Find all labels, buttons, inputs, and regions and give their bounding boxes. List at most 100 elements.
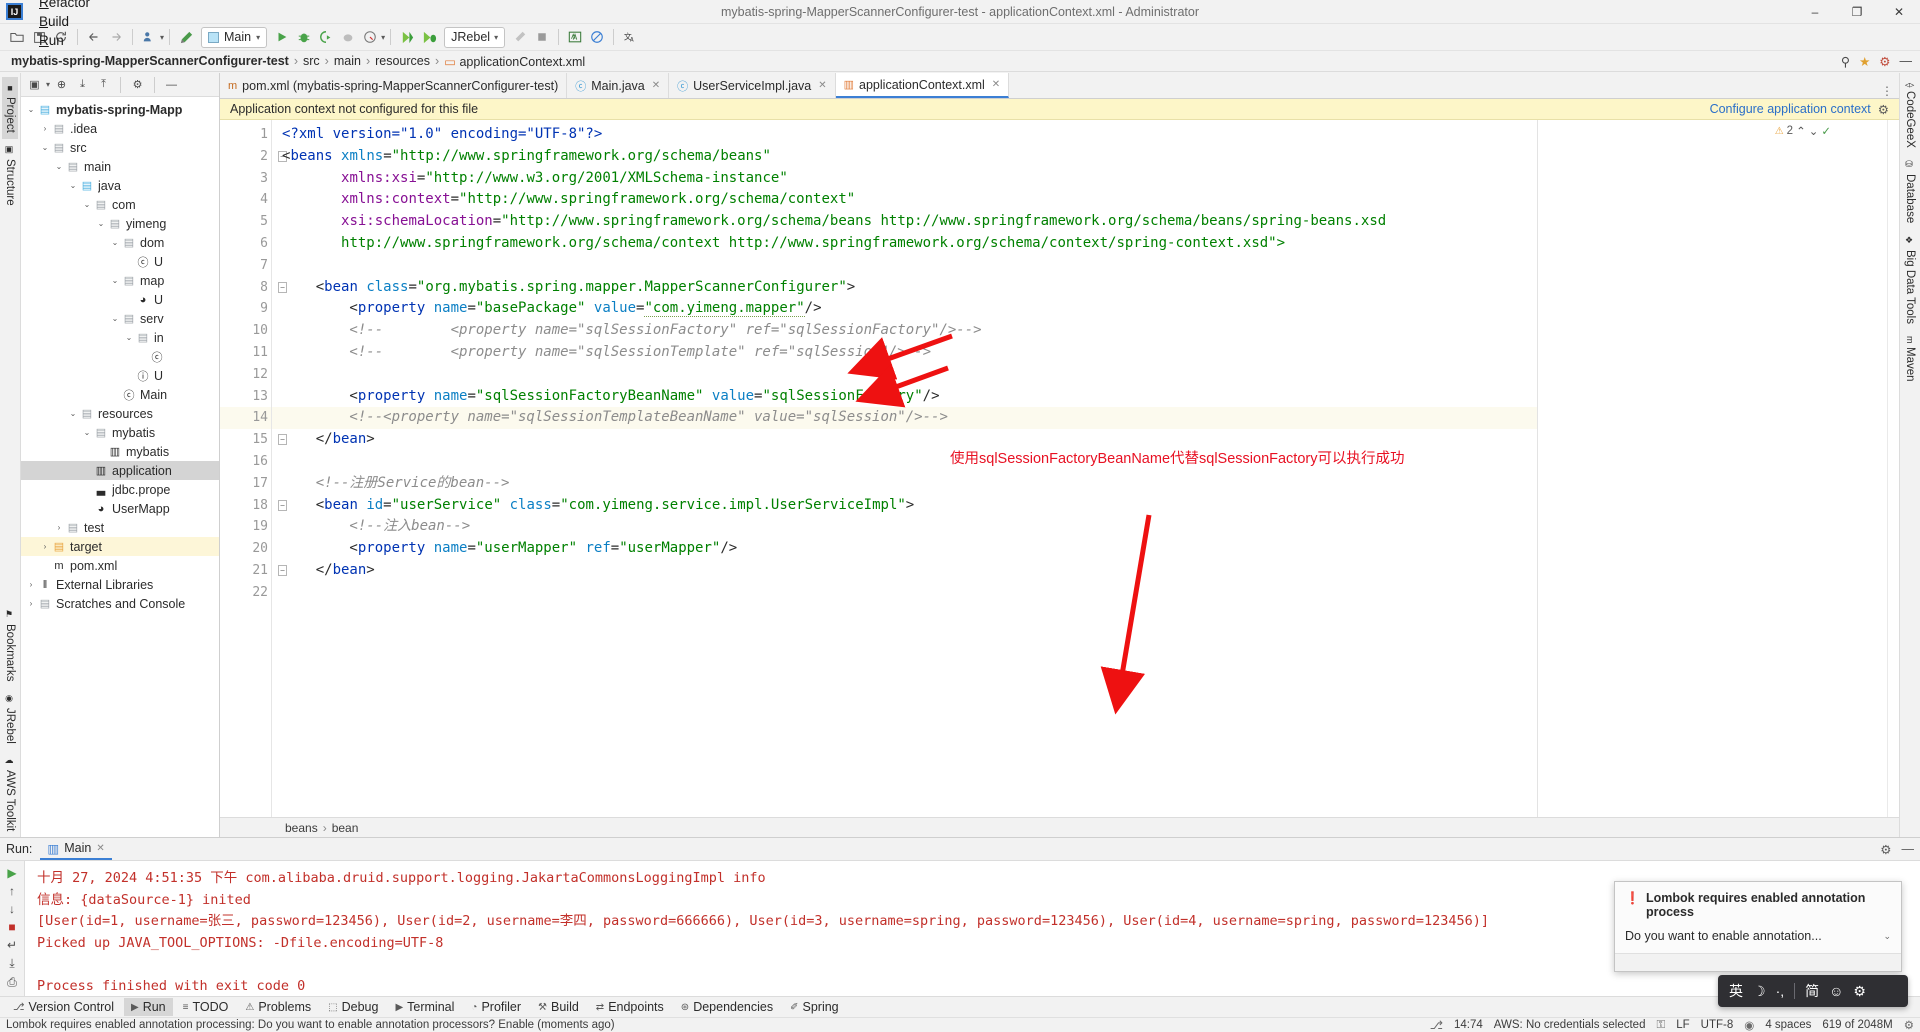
breadcrumb-item-applicationcontext-xml[interactable]: ▭ applicationContext.xml [441, 54, 588, 69]
tree-node[interactable]: › ▤ target [21, 537, 219, 556]
tree-node[interactable]: ◕ UserMapp [21, 499, 219, 518]
ime-simplified-icon[interactable]: 简 [1805, 981, 1819, 1001]
code-line[interactable] [276, 582, 1537, 604]
tree-twisty[interactable]: ⌄ [39, 143, 51, 152]
tree-node[interactable]: ⌄ ▤ mybatis [21, 423, 219, 442]
search-everywhere-icon[interactable]: ⚲ [1841, 54, 1850, 69]
branch-icon[interactable]: ⎇ [1430, 1018, 1443, 1032]
scroll-down-icon[interactable]: ↓ [2, 902, 22, 916]
gear-icon[interactable]: ⚙ [1878, 102, 1889, 117]
tree-twisty[interactable]: ⌄ [67, 409, 79, 418]
menu-build[interactable]: Build [31, 12, 100, 31]
tree-node[interactable]: ▥ mybatis [21, 442, 219, 461]
code-line[interactable] [276, 255, 1537, 277]
scroll-to-end-icon[interactable]: ⤓ [2, 956, 22, 971]
minimize-button[interactable]: – [1794, 0, 1836, 24]
rail-item-bookmarks[interactable]: ⚑ Bookmarks [2, 604, 18, 688]
project-view-selector[interactable]: ▣ [25, 75, 44, 94]
code-line[interactable]: xmlns:xsi="http://www.w3.org/2001/XMLSch… [276, 168, 1537, 190]
tree-node[interactable]: › ▤ .idea [21, 119, 219, 138]
code-line[interactable]: http://www.springframework.org/schema/co… [276, 233, 1537, 255]
editor-tabs-more-icon[interactable]: ⋮ [1881, 84, 1893, 98]
code-editor[interactable]: 1 2−3 4 5 6 7 8−9 10 11 12 13 14 15−16 17 18−19 20 21−22… [220, 120, 1899, 817]
tree-node[interactable]: ▥ application [21, 461, 219, 480]
tree-twisty[interactable]: › [39, 124, 51, 133]
caret-position[interactable]: 14:74 [1454, 1019, 1483, 1031]
tree-twisty[interactable]: ⌄ [109, 314, 121, 323]
locate-file-icon[interactable]: ⊕ [52, 75, 71, 94]
tool-window-problems[interactable]: ⚠ Problems [238, 998, 318, 1016]
scroll-up-icon[interactable]: ↑ [2, 884, 22, 898]
editor-tab-main-java[interactable]: ⓒ Main.java ✕ [567, 73, 670, 98]
lock-icon[interactable]: ⚿ [1656, 1019, 1665, 1032]
tree-twisty[interactable]: ⌄ [81, 200, 93, 209]
gear-icon[interactable]: ⚙ [1904, 1018, 1914, 1032]
tool-window-endpoints[interactable]: ⇄ Endpoints [589, 998, 671, 1016]
code-inspect-icon[interactable] [564, 26, 586, 48]
settings-icon[interactable]: ⚙ [1879, 54, 1890, 69]
gear-icon[interactable]: ⚙ [1880, 842, 1891, 857]
code-line[interactable]: </bean> [276, 429, 1537, 451]
chevron-down-icon[interactable]: ⌄ [1883, 931, 1891, 942]
breadcrumb-item-mybatis-spring-mapperscannerconfigurer-test[interactable]: mybatis-spring-MapperScannerConfigurer-t… [8, 54, 292, 68]
settings-gear-icon[interactable]: ⚙ [128, 75, 147, 94]
close-icon[interactable]: ✕ [96, 843, 104, 854]
close-icon[interactable]: ✕ [652, 80, 660, 91]
tool-window-todo[interactable]: ≡ TODO [176, 998, 236, 1016]
tree-node[interactable]: ⓒ U [21, 252, 219, 271]
menu-run[interactable]: Run [31, 31, 100, 50]
rail-item-structure[interactable]: ▣ Structure [2, 139, 18, 212]
tree-node[interactable]: ⓘ U [21, 366, 219, 385]
tool-window-profiler[interactable]: ◔ Profiler [464, 998, 528, 1016]
tree-node[interactable]: m pom.xml [21, 556, 219, 575]
ime-settings-icon[interactable]: ⚙ [1853, 983, 1866, 1000]
tree-node[interactable]: › ▤ test [21, 518, 219, 537]
tool-window-build[interactable]: ⚒ Build [531, 998, 586, 1016]
breadcrumb-item-src[interactable]: src [300, 54, 323, 68]
breadcrumb-item-main[interactable]: main [331, 54, 364, 68]
editor-tab-userserviceimpl-java[interactable]: ⓒ UserServiceImpl.java ✕ [669, 73, 836, 98]
tree-node[interactable]: ⌄ ▤ serv [21, 309, 219, 328]
update-project-icon[interactable] [138, 26, 160, 48]
code-text[interactable]: <?xml version="1.0" encoding="UTF-8"?> <b… [276, 120, 1537, 817]
profile-button[interactable] [337, 26, 359, 48]
run-with-coverage-button[interactable] [315, 26, 337, 48]
tree-twisty[interactable]: ⌄ [67, 181, 79, 190]
close-button[interactable]: ✕ [1878, 0, 1920, 24]
code-line[interactable]: <!-- <property name="sqlSessionFactory" … [276, 320, 1537, 342]
project-view-dropdown[interactable]: ▾ [46, 80, 50, 89]
breadcrumb-item-resources[interactable]: resources [372, 54, 433, 68]
editor-breadcrumb-item-bean[interactable]: bean [332, 821, 359, 835]
run-dashboard-icon[interactable] [359, 26, 381, 48]
code-line[interactable]: <property name="basePackage" value="com.… [276, 298, 1537, 320]
tree-node[interactable]: ⌄ ▤ main [21, 157, 219, 176]
tree-node[interactable]: ▃ jdbc.prope [21, 480, 219, 499]
tool-window-terminal[interactable]: ▶ Terminal [388, 998, 461, 1016]
expand-all-icon[interactable]: ⤓ [73, 75, 92, 94]
tree-twisty[interactable]: ⌄ [95, 219, 107, 228]
maximize-button[interactable]: ❐ [1836, 0, 1878, 24]
tree-node[interactable]: ⌄ ▤ mybatis-spring-Mapp [21, 100, 219, 119]
code-line[interactable]: <bean class="org.mybatis.spring.mapper.M… [276, 277, 1537, 299]
print-icon[interactable]: ⎙ [2, 975, 22, 990]
code-line[interactable]: <property name="sqlSessionFactoryBeanNam… [276, 386, 1537, 408]
code-line[interactable]: </bean> [276, 560, 1537, 582]
code-line[interactable]: <!--注册Service的bean--> [276, 473, 1537, 495]
tree-node[interactable]: › ▤ Scratches and Console [21, 594, 219, 613]
jrebel-debug-icon[interactable] [418, 26, 440, 48]
stop-icon[interactable] [531, 26, 553, 48]
ime-toolbar[interactable]: 英 ☽ ·, 简 ☺ ⚙ [1718, 975, 1908, 1007]
collapse-all-icon[interactable]: ⤒ [94, 75, 113, 94]
ime-moon-icon[interactable]: ☽ [1753, 983, 1766, 1000]
tree-node[interactable]: ⌄ ▤ resources [21, 404, 219, 423]
forward-icon[interactable] [105, 26, 127, 48]
tree-twisty[interactable]: › [39, 542, 51, 551]
indent-setting[interactable]: 4 spaces [1765, 1019, 1811, 1031]
run-configuration-selector[interactable]: Main ▾ [201, 26, 268, 48]
tree-node[interactable]: ⌄ ▤ java [21, 176, 219, 195]
rail-item-codegeex[interactable]: ⟠ CodeGeeX [1902, 77, 1918, 154]
marker-strip[interactable] [1887, 120, 1899, 817]
tool-window-spring[interactable]: ✐ Spring [783, 998, 846, 1016]
inspections-ok-icon[interactable]: ✓ [1821, 124, 1831, 138]
prev-highlight-icon[interactable]: ⌃ [1796, 124, 1806, 138]
